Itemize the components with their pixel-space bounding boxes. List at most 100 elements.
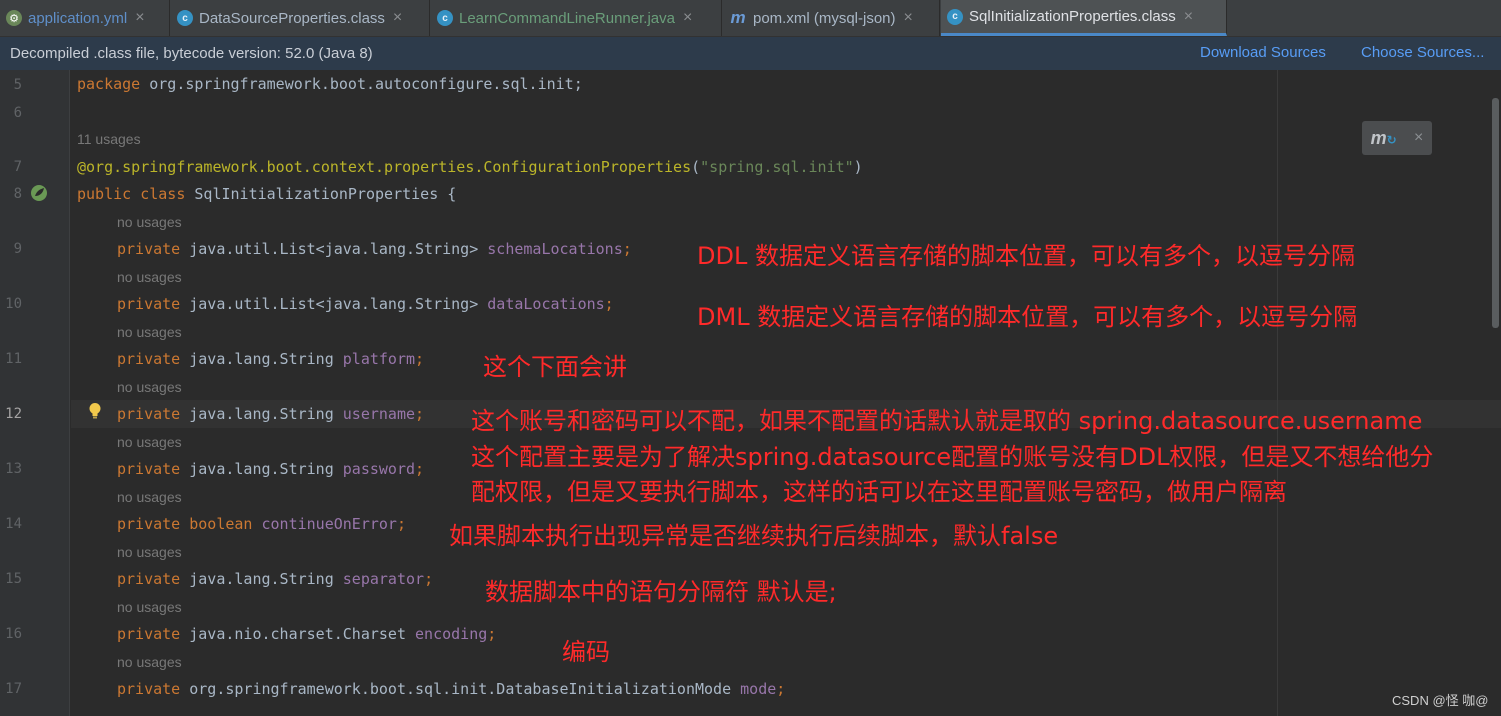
semicolon: ; bbox=[415, 460, 425, 478]
field-name: dataLocations bbox=[487, 295, 605, 313]
keyword: private bbox=[117, 350, 181, 368]
usages-hint[interactable]: no usages bbox=[117, 379, 182, 395]
decompiled-info-bar: Decompiled .class file, bytecode version… bbox=[0, 37, 1501, 70]
annotation-separator: 数据脚本中的语句分隔符 默认是; bbox=[485, 578, 837, 606]
close-icon[interactable]: × bbox=[904, 9, 913, 27]
code-line-schema-locations[interactable]: private java.util.List<java.lang.String>… bbox=[117, 240, 632, 258]
right-margin-guide bbox=[1277, 70, 1278, 716]
semicolon: ; bbox=[487, 625, 497, 643]
annotation-platform: 这个下面会讲 bbox=[483, 353, 627, 381]
semicolon: ; bbox=[604, 295, 614, 313]
code-line-password[interactable]: private java.lang.String password; bbox=[117, 460, 424, 478]
semicolon: ; bbox=[424, 570, 434, 588]
line-number: 6 bbox=[13, 105, 22, 121]
annotation-schema-locations: DDL 数据定义语言存储的脚本位置，可以有多个，以逗号分隔 bbox=[697, 242, 1355, 270]
usages-hint[interactable]: no usages bbox=[117, 544, 182, 560]
keyword: private bbox=[117, 570, 181, 588]
maven-reload-popup: m↻ × bbox=[1362, 121, 1432, 155]
tab-sqlinitializationproperties[interactable]: SqlInitializationProperties.class × bbox=[941, 0, 1227, 36]
type: org.springframework.boot.sql.init.Databa… bbox=[180, 680, 741, 698]
field-name: encoding bbox=[415, 625, 488, 643]
type: java.lang.String bbox=[180, 405, 343, 423]
code-line-continue-on-error[interactable]: private boolean continueOnError; bbox=[117, 515, 406, 533]
code-line-encoding[interactable]: private java.nio.charset.Charset encodin… bbox=[117, 625, 496, 643]
usages-hint[interactable]: no usages bbox=[117, 269, 182, 285]
code-line-platform[interactable]: private java.lang.String platform; bbox=[117, 350, 424, 368]
package-name: org.springframework.boot.autoconfigure.s… bbox=[140, 75, 583, 93]
line-number: 17 bbox=[5, 681, 22, 697]
tab-learncommandlinerunner[interactable]: LearnCommandLineRunner.java × bbox=[431, 0, 722, 36]
maven-reload-icon[interactable]: m↻ bbox=[1371, 128, 1397, 149]
keyword: private bbox=[117, 295, 181, 313]
lightbulb-icon[interactable] bbox=[88, 402, 102, 420]
class-name: SqlInitializationProperties { bbox=[185, 185, 457, 203]
line-number: 16 bbox=[5, 626, 22, 642]
close-icon[interactable]: × bbox=[135, 9, 144, 27]
keyword: private bbox=[117, 460, 181, 478]
annotation-username: 这个账号和密码可以不配，如果不配置的话默认就是取的 spring.datasou… bbox=[471, 407, 1423, 435]
usages-hint[interactable]: 11 usages bbox=[77, 131, 141, 147]
keyword: package bbox=[77, 75, 141, 93]
line-number: 7 bbox=[13, 159, 22, 175]
field-name: schemaLocations bbox=[487, 240, 623, 258]
keyword: private bbox=[117, 240, 181, 258]
annotation-data-locations: DML 数据定义语言存储的脚本位置，可以有多个，以逗号分隔 bbox=[697, 303, 1358, 331]
usages-hint[interactable]: no usages bbox=[117, 599, 182, 615]
decompiled-message: Decompiled .class file, bytecode version… bbox=[10, 45, 373, 62]
code-line-package[interactable]: package org.springframework.boot.autocon… bbox=[77, 75, 583, 93]
line-number: 15 bbox=[5, 571, 22, 587]
tab-label: pom.xml (mysql-json) bbox=[753, 9, 896, 27]
keyword: boolean bbox=[189, 515, 253, 533]
paren: ) bbox=[853, 158, 863, 176]
type: java.nio.charset.Charset bbox=[180, 625, 416, 643]
tab-pom-xml[interactable]: pom.xml (mysql-json) × bbox=[723, 0, 940, 36]
close-icon[interactable]: × bbox=[393, 9, 402, 27]
spring-yaml-icon bbox=[6, 10, 22, 26]
tab-application-yml[interactable]: application.yml × bbox=[0, 0, 170, 36]
editor-tab-bar: application.yml × DataSourceProperties.c… bbox=[0, 0, 1501, 37]
semicolon: ; bbox=[622, 240, 632, 258]
code-line-mode[interactable]: private org.springframework.boot.sql.ini… bbox=[117, 680, 785, 698]
usages-hint[interactable]: no usages bbox=[117, 214, 182, 230]
usages-hint[interactable]: no usages bbox=[117, 654, 182, 670]
choose-sources-link[interactable]: Choose Sources... bbox=[1361, 44, 1484, 61]
usages-hint[interactable]: no usages bbox=[117, 434, 182, 450]
annotation-encoding: 编码 bbox=[562, 638, 610, 666]
line-number-current: 12 bbox=[5, 406, 22, 422]
close-icon[interactable]: × bbox=[1184, 8, 1193, 26]
code-line-username[interactable]: private java.lang.String username; bbox=[117, 405, 424, 423]
watermark: CSDN @怪 咖@ bbox=[1392, 693, 1489, 708]
type: java.util.List<java.lang.String> bbox=[180, 240, 488, 258]
spring-bean-gutter-icon[interactable] bbox=[30, 184, 48, 202]
line-number: 10 bbox=[5, 296, 22, 312]
field-name: username bbox=[342, 405, 416, 423]
code-line-data-locations[interactable]: private java.util.List<java.lang.String>… bbox=[117, 295, 614, 313]
keyword: private bbox=[117, 515, 181, 533]
usages-hint[interactable]: no usages bbox=[117, 324, 182, 340]
code-line-annotation[interactable]: @org.springframework.boot.context.proper… bbox=[77, 158, 863, 176]
field-name: continueOnError bbox=[261, 515, 397, 533]
field-name: separator bbox=[342, 570, 425, 588]
line-number: 13 bbox=[5, 461, 22, 477]
class-icon bbox=[177, 10, 193, 26]
type: java.util.List<java.lang.String> bbox=[180, 295, 488, 313]
close-icon[interactable]: × bbox=[683, 9, 692, 27]
line-number-gutter[interactable]: 5 6 7 8 9 10 11 12 13 14 15 16 17 bbox=[0, 70, 70, 716]
code-line-separator[interactable]: private java.lang.String separator; bbox=[117, 570, 433, 588]
close-icon[interactable]: × bbox=[1414, 129, 1423, 147]
field-name: mode bbox=[740, 680, 777, 698]
annotation-continue-on-error: 如果脚本执行出现异常是否继续执行后续脚本，默认false bbox=[449, 522, 1059, 550]
line-number: 14 bbox=[5, 516, 22, 532]
vertical-scrollbar[interactable] bbox=[1492, 98, 1499, 328]
usages-hint[interactable]: no usages bbox=[117, 489, 182, 505]
tab-datasourceproperties[interactable]: DataSourceProperties.class × bbox=[171, 0, 430, 36]
field-name: password bbox=[342, 460, 416, 478]
annotation-name: ConfigurationProperties bbox=[483, 158, 692, 176]
type: java.lang.String bbox=[180, 350, 343, 368]
download-sources-link[interactable]: Download Sources bbox=[1200, 44, 1326, 61]
tab-label: SqlInitializationProperties.class bbox=[969, 8, 1176, 25]
annotation-password-line1: 这个配置主要是为了解决spring.datasource配置的账号没有DDL权限… bbox=[471, 443, 1434, 471]
tab-label: DataSourceProperties.class bbox=[199, 9, 385, 27]
semicolon: ; bbox=[776, 680, 786, 698]
code-line-class-decl[interactable]: public class SqlInitializationProperties… bbox=[77, 185, 456, 203]
